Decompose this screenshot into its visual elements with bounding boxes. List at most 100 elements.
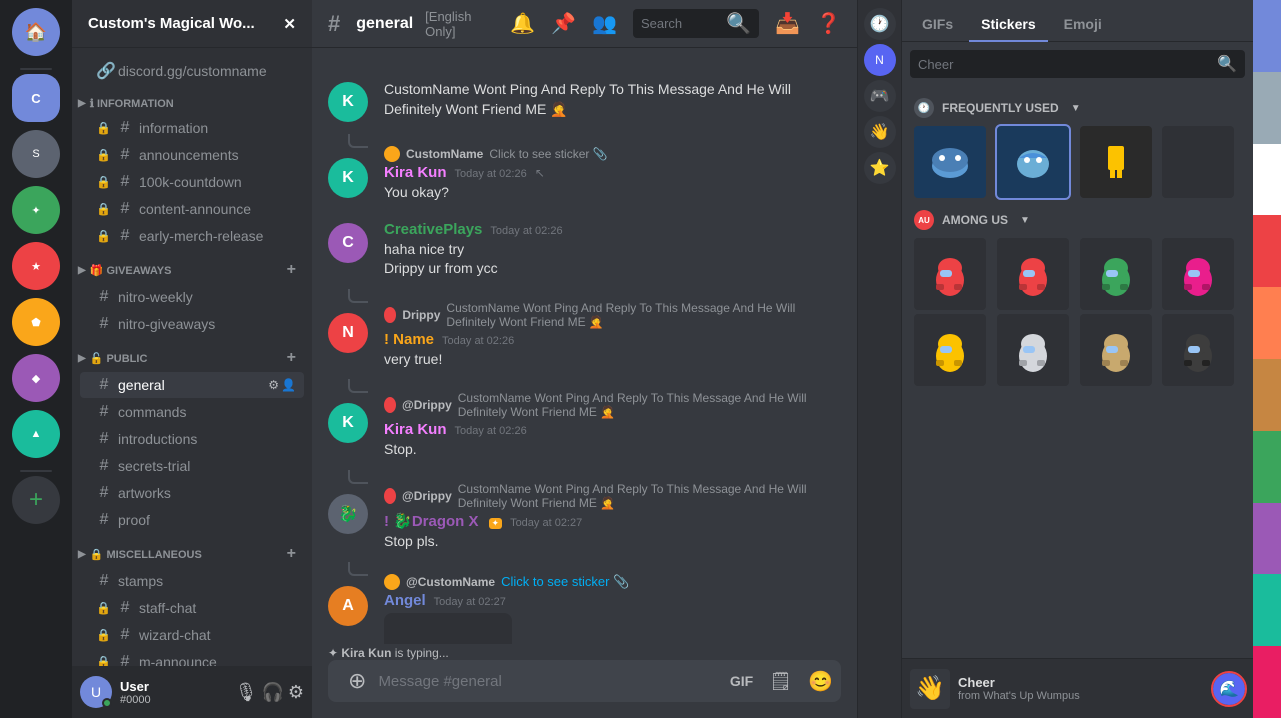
sticker-display[interactable]: 🐶 bbox=[384, 613, 512, 644]
sticker-item[interactable] bbox=[997, 126, 1069, 198]
messages-container[interactable]: K CustomName Wont Ping And Reply To This… bbox=[312, 48, 857, 644]
user-controls: 🎙 🎧 ⚙ bbox=[235, 682, 304, 703]
category-information[interactable]: ▶ ℹ INFORMATION bbox=[72, 93, 312, 114]
tab-emoji[interactable]: Emoji bbox=[1052, 8, 1114, 42]
help-icon[interactable]: ❓ bbox=[816, 11, 841, 36]
tab-gifs[interactable]: GIFs bbox=[910, 8, 965, 42]
channel-item-content[interactable]: 🔒#content-announce bbox=[80, 196, 304, 222]
search-icon: 🔍 bbox=[726, 11, 751, 36]
category-giveaways[interactable]: ▶ 🎁 GIVEAWAYS + bbox=[72, 257, 312, 283]
members-icon[interactable]: 👥 bbox=[592, 11, 617, 36]
search-input[interactable] bbox=[641, 16, 722, 31]
reply-text[interactable]: Click to see sticker 📎 bbox=[501, 574, 629, 590]
channel-item-commands[interactable]: #commands bbox=[80, 399, 304, 425]
sticker-item-tan[interactable] bbox=[1080, 314, 1152, 386]
category-frequently-used[interactable]: 🕐 FREQUENTLY USED ▼ bbox=[906, 90, 1249, 122]
category-among-us[interactable]: AU AMONG US ▼ bbox=[906, 202, 1249, 234]
message-input[interactable] bbox=[378, 662, 717, 701]
send-sticker-button[interactable]: 🌊 bbox=[1213, 673, 1245, 705]
channel-item-information[interactable]: 🔒#information bbox=[80, 115, 304, 141]
server-icon[interactable]: ★ bbox=[12, 242, 60, 290]
add-server-button[interactable]: + bbox=[12, 476, 60, 524]
add-channel-button[interactable]: + bbox=[287, 349, 296, 367]
channel-item-wizard-chat[interactable]: 🔒#wizard-chat bbox=[80, 622, 304, 648]
hash-icon: # bbox=[96, 403, 112, 421]
username-kira2[interactable]: Kira Kun bbox=[384, 421, 447, 438]
channel-item-m-announce[interactable]: 🔒#m-announce bbox=[80, 649, 304, 666]
username-angel[interactable]: Angel bbox=[384, 592, 426, 609]
category-misc[interactable]: ▶ 🔒 MISCELLANEOUS + bbox=[72, 541, 312, 567]
sticker-search-box[interactable]: 🔍 bbox=[910, 50, 1245, 78]
game-icon[interactable]: 🎮 bbox=[864, 80, 896, 112]
sticker-search-input[interactable] bbox=[918, 57, 1213, 72]
gif-button[interactable]: GIF bbox=[726, 669, 757, 693]
sticker-item-white[interactable] bbox=[997, 314, 1069, 386]
reply-text[interactable]: Click to see sticker 📎 bbox=[489, 147, 607, 161]
server-icon[interactable]: S bbox=[12, 130, 60, 178]
bell-icon[interactable]: 🔔 bbox=[510, 11, 535, 36]
channel-item-proof[interactable]: #proof bbox=[80, 507, 304, 533]
server-icon[interactable]: ▲ bbox=[12, 410, 60, 458]
sticker-item-green[interactable] bbox=[1080, 238, 1152, 310]
reply-text: CustomName Wont Ping And Reply To This M… bbox=[446, 301, 841, 329]
category-public[interactable]: ▶ 🔓 PUBLIC + bbox=[72, 345, 312, 371]
sticker-item[interactable] bbox=[914, 126, 986, 198]
sticker-content[interactable]: 🕐 FREQUENTLY USED ▼ AU AMONG US bbox=[902, 86, 1253, 658]
channel-item-stamps[interactable]: #stamps bbox=[80, 568, 304, 594]
invite-link[interactable]: 🔗 discord.gg/customname bbox=[80, 57, 304, 85]
add-channel-button[interactable]: + bbox=[287, 261, 296, 279]
star-icon[interactable]: ⭐ bbox=[864, 152, 896, 184]
server-icon[interactable]: ✦ bbox=[12, 186, 60, 234]
recently-used-icon[interactable]: 🕐 bbox=[864, 8, 896, 40]
sticker-item[interactable] bbox=[1162, 126, 1234, 198]
attach-button[interactable]: ⊕ bbox=[344, 660, 370, 702]
settings-button[interactable]: ⚙ bbox=[288, 682, 304, 703]
sticker-button[interactable]: 🗒 bbox=[765, 667, 796, 696]
main-content: # general [English Only] 🔔 📌 👥 🔍 📥 ❓ K C… bbox=[312, 0, 857, 718]
channel-item-artworks[interactable]: #artworks bbox=[80, 480, 304, 506]
mute-button[interactable]: 🎙 bbox=[235, 682, 258, 703]
add-channel-button[interactable]: + bbox=[287, 545, 296, 563]
channel-item-introductions[interactable]: #introductions bbox=[80, 426, 304, 452]
settings-icon[interactable]: ⚙ bbox=[268, 378, 279, 392]
channel-item-secrets-trial[interactable]: #secrets-trial bbox=[80, 453, 304, 479]
channel-item-general[interactable]: # general ⚙ 👤 bbox=[80, 372, 304, 398]
channel-item-nitro-giveaways[interactable]: #nitro-giveaways bbox=[80, 311, 304, 337]
sticker-item[interactable] bbox=[1080, 126, 1152, 198]
sticker-item-red[interactable] bbox=[914, 238, 986, 310]
typing-text: ✦ Kira Kun is typing... bbox=[328, 646, 449, 660]
server-header[interactable]: Custom's Magical Wo... ✕ bbox=[72, 0, 312, 48]
search-box[interactable]: 🔍 bbox=[633, 9, 759, 38]
pin-icon[interactable]: 📌 bbox=[551, 11, 576, 36]
inbox-icon[interactable]: 📥 bbox=[775, 11, 800, 36]
emoji-button[interactable]: 😊 bbox=[804, 665, 837, 698]
username-dragon[interactable]: ! 🐉Dragon X bbox=[384, 512, 479, 530]
active-server-icon[interactable]: C bbox=[12, 74, 60, 122]
username-creative[interactable]: CreativePlays bbox=[384, 221, 482, 238]
username-kira[interactable]: Kira Kun bbox=[384, 164, 447, 181]
msg-header: CreativePlays Today at 02:26 bbox=[384, 221, 841, 238]
server-icon[interactable]: ◆ bbox=[12, 354, 60, 402]
wave-icon[interactable]: 👋 bbox=[864, 116, 896, 148]
sticker-preview: 👋 Cheer from What's Up Wumpus 🌊 bbox=[902, 658, 1253, 718]
username-name[interactable]: ! Name bbox=[384, 331, 434, 348]
user-avatar[interactable]: U bbox=[80, 676, 112, 708]
nitro-icon[interactable]: N bbox=[864, 44, 896, 76]
sticker-item-black[interactable] bbox=[1162, 314, 1234, 386]
channel-item-nitro-weekly[interactable]: #nitro-weekly bbox=[80, 284, 304, 310]
channel-item-staff-chat[interactable]: 🔒#staff-chat bbox=[80, 595, 304, 621]
channel-item-announcements[interactable]: 🔒#announcements bbox=[80, 142, 304, 168]
tab-stickers[interactable]: Stickers bbox=[969, 8, 1047, 42]
sticker-item-red2[interactable] bbox=[997, 238, 1069, 310]
home-button[interactable]: 🏠 bbox=[12, 8, 60, 56]
deafen-button[interactable]: 🎧 bbox=[261, 682, 283, 703]
hash-icon: # bbox=[96, 457, 112, 475]
server-icon[interactable]: ⬟ bbox=[12, 298, 60, 346]
members-icon[interactable]: 👤 bbox=[281, 378, 296, 392]
channel-item-merch[interactable]: 🔒#early-merch-release bbox=[80, 223, 304, 249]
sticker-item-pink[interactable] bbox=[1162, 238, 1234, 310]
sticker-item-yellow[interactable] bbox=[914, 314, 986, 386]
hash-icon: # bbox=[117, 626, 133, 644]
sticker-grid-among-us bbox=[906, 234, 1249, 390]
channel-item-100k[interactable]: 🔒#100k-countdown bbox=[80, 169, 304, 195]
